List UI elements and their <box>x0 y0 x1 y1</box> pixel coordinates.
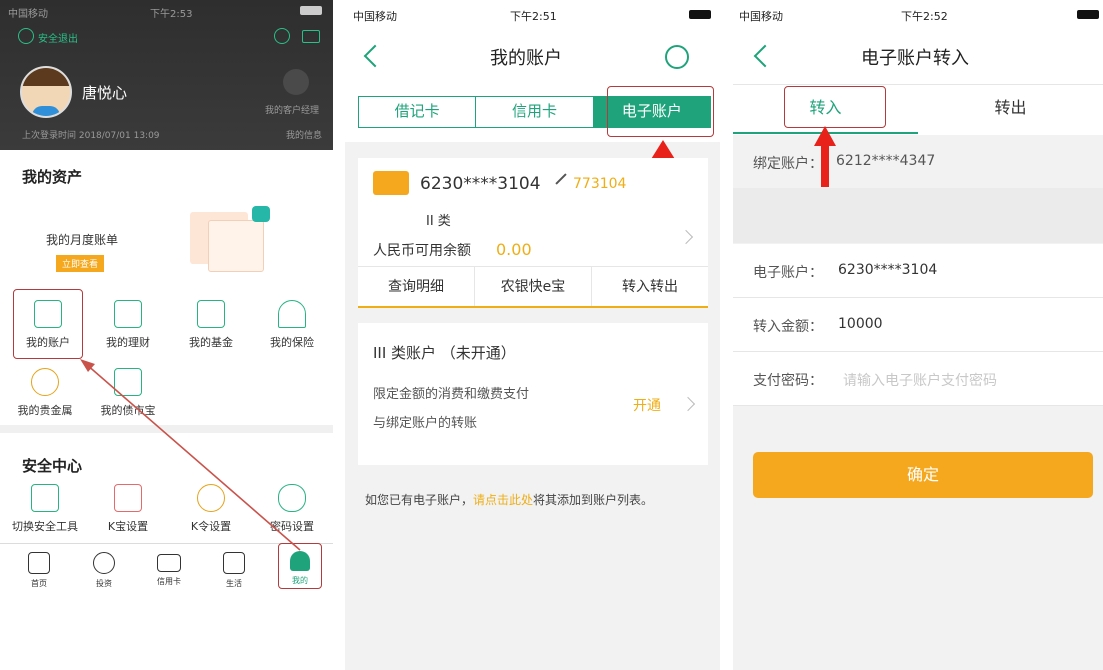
password-row[interactable]: 支付密码： 请输入电子账户支付密码 <box>733 352 1103 406</box>
account-number: 6230****3104 <box>420 174 541 194</box>
account-actions: 查询明细 农银快e宝 转入转出 <box>358 267 708 308</box>
e-account-label: 电子账户： <box>753 265 823 281</box>
gear-icon[interactable] <box>665 45 689 69</box>
highlight-box <box>607 86 714 137</box>
my-accounts-screen: 中国移动 下午2:51 我的账户 借记卡 信用卡 电子账户 6230****31… <box>345 0 720 670</box>
amount-input[interactable]: 10000 <box>838 316 883 332</box>
status-bar: 中国移动 下午2:51 <box>345 0 720 28</box>
chevron-right-icon[interactable] <box>678 229 694 245</box>
quick-e-bao-button[interactable]: 农银快e宝 <box>475 267 592 308</box>
e-account-row: 电子账户： 6230****3104 <box>733 244 1103 298</box>
nav-bar: 我的账户 <box>345 28 720 84</box>
balance-value: 0.00 <box>496 240 532 259</box>
red-arrow-shaft <box>821 145 829 187</box>
class3-desc-2: 与绑定账户的转账 <box>373 416 478 431</box>
tab-transfer-out[interactable]: 转出 <box>918 85 1103 133</box>
highlight-box <box>784 86 886 128</box>
page-title: 电子账户转入 <box>861 48 969 69</box>
red-arrow-head <box>814 126 836 146</box>
annotation-arrow <box>80 359 301 551</box>
tab-credit-card[interactable]: 信用卡 <box>476 97 594 127</box>
clock-label: 下午2:52 <box>901 10 948 23</box>
clock-label: 下午2:51 <box>510 10 557 23</box>
class3-title: III 类账户 （未开通） <box>373 344 516 362</box>
class3-desc-1: 限定金额的消费和缴费支付 <box>373 387 530 402</box>
amount-label: 转入金额： <box>753 319 823 335</box>
amount-row[interactable]: 转入金额： 10000 <box>733 298 1103 352</box>
page-title: 我的账户 <box>490 48 562 69</box>
back-icon[interactable] <box>363 44 387 68</box>
password-label: 支付密码： <box>753 373 823 389</box>
chevron-right-icon[interactable] <box>680 396 696 412</box>
class3-card[interactable]: III 类账户 （未开通） 限定金额的消费和缴费支付 与绑定账户的转账 开通 <box>358 323 708 465</box>
spacer-block <box>733 188 1103 243</box>
card-accent-bar <box>358 306 708 308</box>
e-account-value: 6230****3104 <box>838 262 938 278</box>
open-link[interactable]: 开通 <box>633 395 661 415</box>
transfer-in-out-button[interactable]: 转入转出 <box>592 267 708 308</box>
carrier-label: 中国移动 <box>739 10 783 23</box>
query-details-button[interactable]: 查询明细 <box>358 267 475 308</box>
status-bar: 中国移动 下午2:52 <box>733 0 1103 28</box>
password-input[interactable]: 请输入电子账户支付密码 <box>843 370 997 390</box>
click-here-link[interactable]: 请点击此处 <box>473 493 533 507</box>
carrier-label: 中国移动 <box>353 10 397 23</box>
edit-icon[interactable] <box>555 173 567 185</box>
back-icon[interactable] <box>753 44 777 68</box>
bound-account-label: 绑定账户： <box>753 156 823 172</box>
battery-icon <box>689 10 711 19</box>
battery-icon <box>1077 10 1099 19</box>
account-alias: 773104 <box>573 176 627 192</box>
balance-label: 人民币可用余额 <box>373 243 471 259</box>
account-class: II 类 <box>426 214 451 229</box>
confirm-button[interactable]: 确定 <box>753 452 1093 498</box>
add-account-hint: 如您已有电子账户，请点击此处将其添加到账户列表。 <box>365 493 654 507</box>
card-icon <box>373 171 409 195</box>
nav-bar: 电子账户转入 <box>733 28 1103 85</box>
tab-debit-card[interactable]: 借记卡 <box>359 97 477 127</box>
e-account-transfer-screen: 中国移动 下午2:52 电子账户转入 转入 转出 绑定账户： 6212****4… <box>733 0 1103 670</box>
bound-account-value: 6212****4347 <box>836 153 936 169</box>
account-card[interactable]: 6230****3104 773104 II 类 人民币可用余额 0.00 查询… <box>358 158 708 308</box>
profile-screen: 中国移动 下午2:53 安全退出 唐悦心 我的客户经理 上次登录时间 2018/… <box>0 0 333 670</box>
